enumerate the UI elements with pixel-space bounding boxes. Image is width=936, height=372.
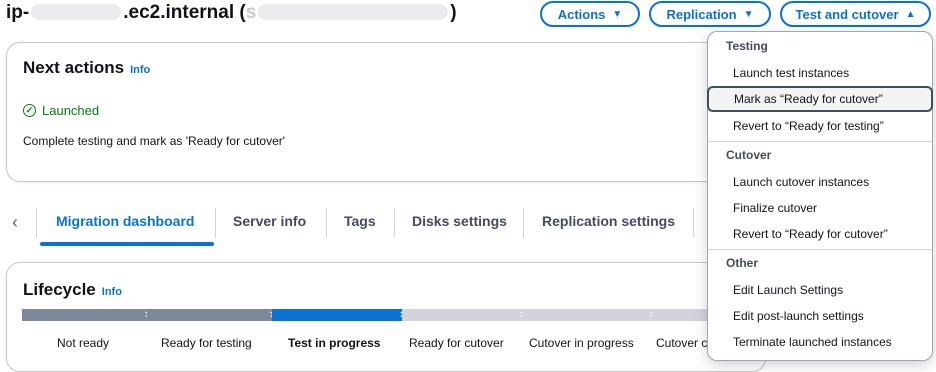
lifecycle-title-text: Lifecycle bbox=[23, 280, 96, 299]
progress-segment-test-in-progress: › bbox=[272, 307, 404, 321]
menu-item-edit-launch-settings[interactable]: Edit Launch Settings bbox=[708, 277, 932, 303]
lifecycle-progress-bar: › › › › › bbox=[22, 307, 712, 321]
menu-item-finalize-cutover[interactable]: Finalize cutover bbox=[708, 195, 932, 221]
title-row: ip- .ec2.internal (s) Actions ▼ Replicatio… bbox=[0, 0, 936, 30]
info-link[interactable]: Info bbox=[102, 286, 122, 298]
test-cutover-menu: Testing Launch test instances Mark as “R… bbox=[707, 31, 933, 361]
tab-server-info[interactable]: Server info bbox=[233, 213, 306, 229]
tab-migration-dashboard[interactable]: Migration dashboard bbox=[56, 213, 194, 229]
tab-divider bbox=[693, 208, 694, 238]
tab-divider bbox=[215, 208, 216, 238]
lifecycle-title: Lifecycle Info bbox=[23, 280, 122, 300]
stage-cutover-in-progress: Cutover in progress bbox=[529, 336, 634, 350]
tab-replication-settings[interactable]: Replication settings bbox=[542, 213, 675, 229]
stage-cutover-complete: Cutover c bbox=[656, 336, 708, 350]
stage-not-ready: Not ready bbox=[57, 336, 110, 350]
test-cutover-button[interactable]: Test and cutover ▲ bbox=[780, 1, 931, 27]
menu-item-terminate-launched-instances[interactable]: Terminate launched instances bbox=[708, 329, 932, 355]
server-title: ip- .ec2.internal (s) bbox=[6, 2, 457, 24]
menu-item-launch-test-instances[interactable]: Launch test instances bbox=[708, 60, 932, 86]
actions-button[interactable]: Actions ▼ bbox=[540, 1, 640, 27]
title-close: ) bbox=[450, 2, 457, 23]
redacted-hostname bbox=[31, 4, 122, 20]
stage-ready-for-testing: Ready for testing bbox=[161, 336, 252, 350]
next-actions-panel: Next actions Info ✓ Launched Complete tes… bbox=[6, 42, 766, 182]
status-indicator: ✓ Launched bbox=[23, 103, 99, 118]
progress-segment-ready-for-testing: › bbox=[147, 307, 274, 321]
tab-divider bbox=[394, 208, 395, 238]
test-cutover-label: Test and cutover bbox=[795, 6, 899, 22]
chevron-left-icon[interactable]: ‹ bbox=[12, 212, 18, 233]
active-tab-indicator bbox=[40, 242, 214, 246]
title-prefix: ip- bbox=[6, 2, 30, 23]
tab-divider bbox=[36, 208, 37, 238]
menu-item-edit-post-launch-settings[interactable]: Edit post-launch settings bbox=[708, 303, 932, 329]
tab-bar: ‹ Migration dashboard Server info Tags D… bbox=[0, 200, 700, 246]
caret-down-icon: ▼ bbox=[743, 8, 754, 20]
menu-group-testing: Testing bbox=[726, 39, 768, 53]
check-circle-icon: ✓ bbox=[23, 104, 36, 117]
progress-segment-cutover-in-progress: › bbox=[522, 307, 654, 321]
redacted-source bbox=[258, 4, 449, 20]
tab-divider bbox=[523, 208, 524, 238]
title-suffix: .ec2.internal ( bbox=[123, 2, 246, 23]
menu-divider bbox=[708, 249, 932, 250]
menu-item-revert-ready-for-testing[interactable]: Revert to “Ready for testing” bbox=[708, 113, 932, 139]
progress-segment-not-ready: › bbox=[22, 307, 149, 321]
menu-item-mark-ready-for-cutover[interactable]: Mark as “Ready for cutover” bbox=[707, 86, 933, 112]
tab-tags[interactable]: Tags bbox=[344, 213, 376, 229]
actions-label: Actions bbox=[557, 6, 606, 22]
title-redacted-tail: s bbox=[245, 2, 257, 23]
menu-item-launch-cutover-instances[interactable]: Launch cutover instances bbox=[708, 169, 932, 195]
info-link[interactable]: Info bbox=[130, 64, 150, 76]
next-actions-title: Next actions Info bbox=[23, 58, 150, 78]
tab-disks-settings[interactable]: Disks settings bbox=[412, 213, 507, 229]
replication-button[interactable]: Replication ▼ bbox=[649, 1, 771, 27]
progress-segment-ready-for-cutover: › bbox=[402, 307, 524, 321]
menu-group-other: Other bbox=[726, 256, 759, 270]
caret-up-icon: ▲ bbox=[905, 8, 916, 20]
progress-segment-cutover-complete bbox=[652, 309, 712, 321]
caret-down-icon: ▼ bbox=[612, 8, 623, 20]
menu-divider bbox=[708, 141, 932, 142]
stage-test-in-progress: Test in progress bbox=[288, 336, 381, 350]
status-text: Launched bbox=[42, 103, 100, 118]
replication-label: Replication bbox=[666, 6, 737, 22]
menu-group-cutover: Cutover bbox=[726, 148, 772, 162]
stage-ready-for-cutover: Ready for cutover bbox=[409, 336, 504, 350]
next-actions-title-text: Next actions bbox=[23, 58, 125, 77]
tab-divider bbox=[326, 208, 327, 238]
menu-item-revert-ready-for-cutover[interactable]: Revert to “Ready for cutover” bbox=[708, 221, 932, 247]
next-action-description: Complete testing and mark as 'Ready for … bbox=[23, 134, 286, 148]
